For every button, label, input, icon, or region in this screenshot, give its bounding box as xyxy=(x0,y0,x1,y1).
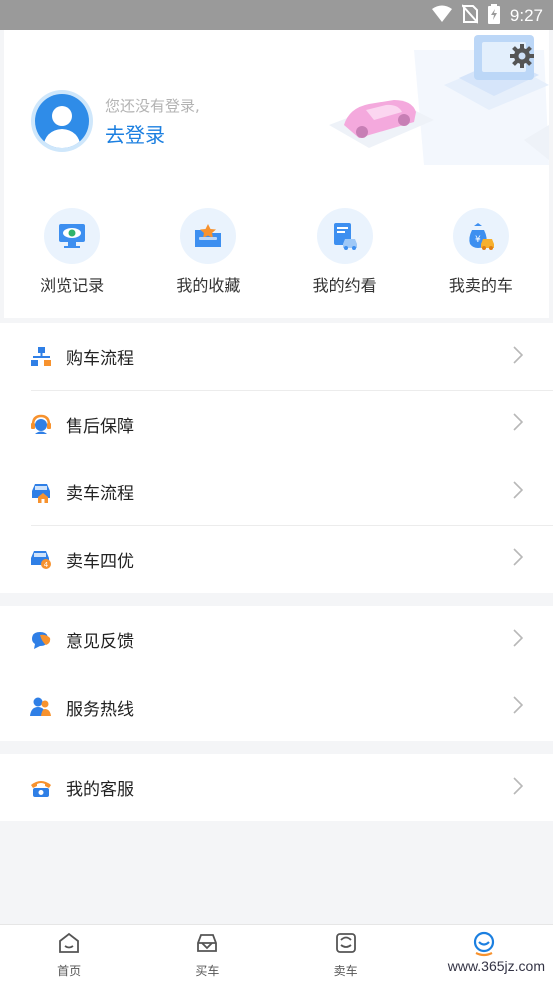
chevron-right-icon xyxy=(513,777,524,799)
shortcut-row: 浏览记录 我的收藏 我的约看 ¥ 我卖的车 xyxy=(4,208,549,296)
monitor-eye-icon xyxy=(59,224,86,248)
tab-buy-car[interactable]: 买车 xyxy=(138,925,276,983)
menu-item-label: 意见反馈 xyxy=(66,632,134,653)
car-home-icon xyxy=(30,481,52,503)
wifi-icon xyxy=(431,5,452,27)
chevron-right-icon xyxy=(513,481,524,503)
menu-item-label: 卖车四优 xyxy=(66,551,134,572)
user-silhouette-icon xyxy=(43,106,81,148)
shortcut-label: 我卖的车 xyxy=(448,276,513,295)
menu-item-label: 服务热线 xyxy=(66,699,134,720)
flowchart-icon xyxy=(30,346,52,368)
login-link[interactable]: 去登录 xyxy=(105,119,165,148)
no-sim-icon xyxy=(461,4,479,28)
tab-label: 首页 xyxy=(57,964,82,978)
headset-icon xyxy=(30,413,52,435)
shortcut-appointments[interactable]: 我的约看 xyxy=(277,208,413,296)
tab-my-account[interactable] xyxy=(415,925,553,983)
menu-item-purchase-process[interactable]: 购车流程 xyxy=(0,323,553,391)
menu-item-label: 售后保障 xyxy=(66,416,134,437)
menu-item-selling-advantages[interactable]: 4 卖车四优 xyxy=(0,526,553,594)
avatar[interactable] xyxy=(31,90,93,152)
home-icon xyxy=(57,931,81,959)
tab-label: 买车 xyxy=(195,964,220,978)
tab-label: 卖车 xyxy=(333,964,358,978)
shortcut-label: 浏览记录 xyxy=(40,276,105,295)
money-bag-car-icon: ¥ xyxy=(469,223,494,250)
telephone-icon xyxy=(30,777,52,799)
menu-item-label: 购车流程 xyxy=(66,349,134,370)
battery-icon xyxy=(487,4,500,28)
chevron-right-icon xyxy=(513,696,524,718)
menu-group-support: 意见反馈 服务热线 xyxy=(0,606,553,741)
document-car-icon xyxy=(333,223,357,250)
car-badge-icon: 4 xyxy=(30,548,52,570)
bottom-tab-bar: 首页 买车 卖车 xyxy=(0,924,553,983)
menu-item-after-sales[interactable]: 售后保障 xyxy=(0,391,553,459)
menu-item-selling-process[interactable]: 卖车流程 xyxy=(0,458,553,526)
watermark-text: www.365jz.com xyxy=(445,958,547,974)
people-icon xyxy=(30,696,52,718)
profile-card: 您还没有登录, 去登录 浏览记录 我的收藏 我的约看 ¥ 我卖的车 xyxy=(4,30,549,318)
shortcut-label: 我的收藏 xyxy=(176,276,241,295)
clock: 9:27 xyxy=(509,6,543,25)
menu-group-customer-service: 我的客服 xyxy=(0,754,553,821)
shortcut-my-cars-sold[interactable]: ¥ 我卖的车 xyxy=(413,208,549,296)
tab-sell-car[interactable]: 卖车 xyxy=(277,925,415,983)
svg-text:4: 4 xyxy=(44,561,49,569)
tab-home[interactable]: 首页 xyxy=(0,925,138,983)
status-bar: 9:27 xyxy=(0,0,553,30)
smile-user-icon xyxy=(471,931,497,961)
settings-gear-icon[interactable] xyxy=(509,43,535,73)
chevron-right-icon xyxy=(513,413,524,435)
chevron-right-icon xyxy=(513,548,524,570)
folder-star-icon xyxy=(195,224,222,247)
menu-item-label: 我的客服 xyxy=(66,780,134,801)
shortcut-browse-history[interactable]: 浏览记录 xyxy=(4,208,140,296)
menu-item-my-customer-service[interactable]: 我的客服 xyxy=(0,754,553,822)
chat-bubble-icon xyxy=(30,629,52,651)
menu-item-feedback[interactable]: 意见反馈 xyxy=(0,606,553,674)
menu-item-label: 卖车流程 xyxy=(66,484,134,505)
login-hint: 您还没有登录, xyxy=(105,97,200,115)
menu-item-service-hotline[interactable]: 服务热线 xyxy=(0,674,553,742)
sell-car-icon xyxy=(334,931,358,959)
svg-text:¥: ¥ xyxy=(475,235,481,245)
chevron-right-icon xyxy=(513,629,524,651)
chevron-right-icon xyxy=(513,346,524,368)
shortcut-favorites[interactable]: 我的收藏 xyxy=(140,208,276,296)
menu-group-services: 购车流程 售后保障 卖车流程 4 卖车四优 xyxy=(0,323,553,593)
buy-car-icon xyxy=(195,931,219,959)
shortcut-label: 我的约看 xyxy=(312,276,377,295)
